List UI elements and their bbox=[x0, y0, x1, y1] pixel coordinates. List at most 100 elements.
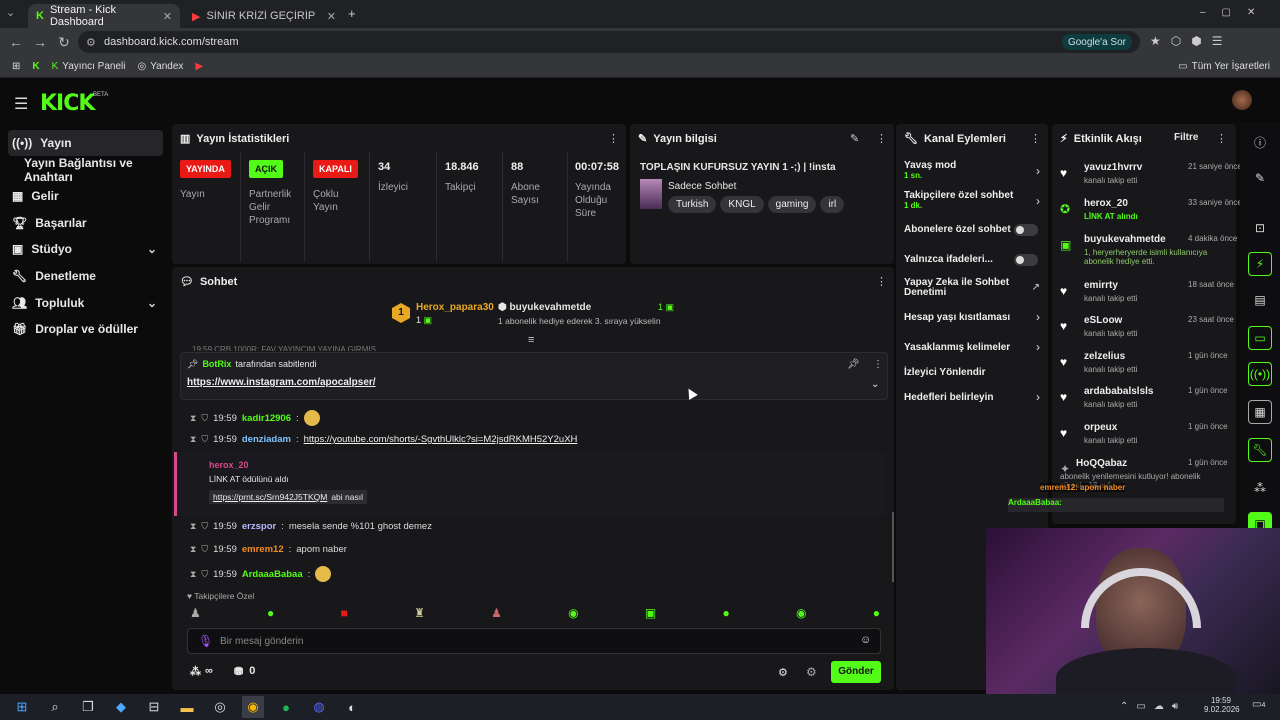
timeout-icon[interactable]: ⧗ bbox=[190, 413, 196, 424]
emote-icon[interactable]: ♟ bbox=[491, 606, 502, 620]
extension-icons[interactable]: ★⬡⬢☰ bbox=[1150, 34, 1232, 48]
notification-icon[interactable]: ▭4 bbox=[1252, 699, 1265, 710]
pinned-link[interactable]: https://www.instagram.com/apocalpser/ bbox=[187, 377, 376, 388]
close-tab-icon[interactable]: ✕ bbox=[327, 10, 336, 23]
close-tab-icon[interactable]: ✕ bbox=[163, 10, 172, 23]
more-options-icon[interactable]: ⋮ bbox=[608, 132, 619, 145]
chat-username[interactable]: ArdaaaBabaa bbox=[242, 569, 303, 580]
wrench-icon[interactable]: 🔧︎ bbox=[1248, 438, 1272, 462]
chat-username[interactable]: herox_20 bbox=[209, 460, 249, 470]
external-link-icon[interactable]: ↗ bbox=[1032, 282, 1040, 293]
clock[interactable]: 19:59 9.02.2026 bbox=[1204, 696, 1240, 714]
chevron-right-icon[interactable]: › bbox=[1036, 194, 1040, 208]
action-ai-moderation[interactable]: Yapay Zeka ile Sohbet Denetimi bbox=[904, 278, 1014, 298]
action-account-age[interactable]: Hesap yaşı kısıtlaması bbox=[904, 312, 1044, 323]
more-options-icon[interactable]: ⋮ bbox=[1030, 132, 1041, 145]
spotify-icon[interactable]: ● bbox=[275, 696, 297, 718]
chat-username[interactable]: kadir12906 bbox=[242, 413, 291, 424]
kick-bookmark-icon[interactable]: K bbox=[32, 61, 39, 72]
steam-icon[interactable]: ◎ bbox=[209, 696, 231, 718]
chat-input[interactable]: 🎙︎ Bir mesaj gönderin ☺ bbox=[187, 628, 881, 654]
category-name[interactable]: Sadece Sohbet bbox=[668, 181, 736, 192]
screenshot-icon[interactable]: ⊡ bbox=[1248, 216, 1272, 240]
ban-icon[interactable]: ⛉ bbox=[201, 413, 208, 424]
site-info-icon[interactable]: ⚙ bbox=[86, 36, 96, 49]
bookmark-yandex[interactable]: ◎ Yandex bbox=[137, 61, 183, 72]
microphone-icon[interactable]: 🎙︎ bbox=[198, 634, 213, 648]
chevron-right-icon[interactable]: › bbox=[1036, 164, 1040, 178]
chevron-right-icon[interactable]: › bbox=[1036, 390, 1040, 404]
ban-icon[interactable]: ⛉ bbox=[201, 521, 208, 532]
sidebar-item-yayin[interactable]: ((•)) Yayın bbox=[8, 130, 163, 156]
chat-icon[interactable]: ▭ bbox=[1248, 326, 1272, 350]
new-tab-icon[interactable]: + bbox=[348, 6, 356, 21]
edit-icon[interactable]: ✎ bbox=[1248, 166, 1272, 190]
tab-search-icon[interactable]: ⌄ bbox=[6, 6, 15, 19]
emote-icon[interactable]: ● bbox=[873, 606, 880, 620]
action-slow-mode[interactable]: Yavaş mod 1 sn. bbox=[904, 160, 1044, 180]
all-bookmarks[interactable]: ▭ Tüm Yer İşaretleri bbox=[1178, 61, 1270, 72]
tab-kick-dashboard[interactable]: K Stream - Kick Dashboard ✕ bbox=[28, 4, 180, 28]
emotes-only-toggle[interactable] bbox=[1014, 254, 1038, 266]
ban-icon[interactable]: ⛉ bbox=[201, 569, 208, 580]
sidebar-item-stream-key[interactable]: Yayın Bağlantısı ve Anahtarı bbox=[8, 156, 163, 184]
more-options-icon[interactable]: ⋮ bbox=[1216, 132, 1227, 145]
more-options-icon[interactable]: ⋮ bbox=[873, 359, 883, 370]
info-icon[interactable]: ⓘ bbox=[1248, 130, 1272, 154]
chevron-right-icon[interactable]: › bbox=[1036, 310, 1040, 324]
url-field[interactable]: ⚙ dashboard.kick.com/stream Google'a Sor bbox=[78, 31, 1140, 53]
search-icon[interactable]: ⌕ bbox=[44, 696, 66, 718]
windows-start-icon[interactable]: ⊞ bbox=[11, 696, 33, 718]
points-counter[interactable]: ⁂ ∞ bbox=[190, 665, 213, 678]
emote-icon[interactable]: ● bbox=[722, 606, 729, 620]
settings-icon[interactable]: ⚙ bbox=[778, 666, 788, 679]
unpin-icon[interactable]: 📌︎ bbox=[847, 359, 860, 370]
back-icon[interactable]: ← bbox=[4, 34, 28, 50]
obs-icon[interactable]: ◐ bbox=[341, 696, 363, 718]
document-icon[interactable]: ▤ bbox=[1248, 288, 1272, 312]
emote-icon[interactable]: ♜ bbox=[414, 606, 425, 620]
sidebar-item-basarilar[interactable]: 🏆︎ Başarılar bbox=[8, 210, 163, 236]
drops-counter[interactable]: ⛃ 0 bbox=[234, 665, 255, 678]
kick-logo[interactable]: KICK bbox=[40, 91, 95, 116]
google-ask-button[interactable]: Google'a Sor bbox=[1061, 34, 1132, 50]
ban-icon[interactable]: ⛉ bbox=[201, 434, 208, 445]
send-button[interactable]: Gönder bbox=[831, 661, 881, 683]
broadcast-icon[interactable]: ((•)) bbox=[1248, 362, 1272, 386]
chevron-right-icon[interactable]: › bbox=[1036, 340, 1040, 354]
filter-button[interactable]: Filtre bbox=[1174, 132, 1198, 143]
top-gifter-name[interactable]: Herox_papara30 bbox=[416, 302, 494, 313]
bookmark-yayinci[interactable]: K Yayıncı Paneli bbox=[52, 61, 126, 72]
window-controls[interactable]: –▢✕ bbox=[1200, 7, 1271, 18]
reload-icon[interactable]: ↻ bbox=[52, 34, 76, 51]
sidebar-item-studyo[interactable]: ▣ Stüdyo ⌄ bbox=[8, 236, 163, 262]
forward-icon[interactable]: → bbox=[28, 34, 52, 50]
chevron-down-icon[interactable]: ⌄ bbox=[871, 379, 879, 390]
layout-icon[interactable]: ▦ bbox=[1248, 400, 1272, 424]
more-options-icon[interactable]: ⋮ bbox=[876, 132, 887, 145]
action-followers-only[interactable]: Takipçilere özel sohbet 1 dk. bbox=[904, 190, 1044, 210]
emote-icon[interactable]: ● bbox=[267, 606, 274, 620]
store-icon[interactable]: ⊟ bbox=[143, 696, 165, 718]
mod-settings-icon[interactable]: ⚙ bbox=[806, 665, 817, 679]
apps-icon[interactable]: ⊞ bbox=[12, 61, 20, 72]
more-options-icon[interactable]: ⋮ bbox=[876, 275, 887, 288]
points-icon[interactable]: ⁂ bbox=[1248, 476, 1272, 500]
emote-icon[interactable]: ◉ bbox=[568, 606, 578, 620]
action-raid[interactable]: İzleyici Yönlendir bbox=[904, 367, 1044, 378]
chrome-icon[interactable]: ◉ bbox=[242, 696, 264, 718]
action-banned-words[interactable]: Yasaklanmış kelimeler bbox=[904, 342, 1044, 353]
tab-youtube[interactable]: ▶ SİNİR KRİZİ GEÇİRİP ALT F4 ATT ✕ bbox=[184, 4, 344, 28]
folder-icon[interactable]: ▬ bbox=[176, 696, 198, 718]
edit-icon[interactable]: ✎ bbox=[850, 132, 859, 145]
emote-icon[interactable]: ♟ bbox=[190, 606, 201, 620]
hamburger-menu-icon[interactable]: ☰ bbox=[14, 94, 28, 114]
subs-only-toggle[interactable] bbox=[1014, 224, 1038, 236]
sidebar-item-gelir[interactable]: ▦ Gelir bbox=[8, 183, 163, 209]
chat-username[interactable]: emrem12 bbox=[242, 544, 284, 555]
sidebar-item-droplar[interactable]: 🎁︎ Droplar ve ödüller bbox=[8, 316, 163, 342]
emote-icon[interactable]: ▣ bbox=[645, 606, 656, 620]
timeout-icon[interactable]: ⧗ bbox=[190, 569, 196, 580]
chat-link[interactable]: https://youtube.com/shorts/-SgvthUlklc?s… bbox=[304, 434, 578, 445]
app-icon[interactable]: ◆ bbox=[110, 696, 132, 718]
